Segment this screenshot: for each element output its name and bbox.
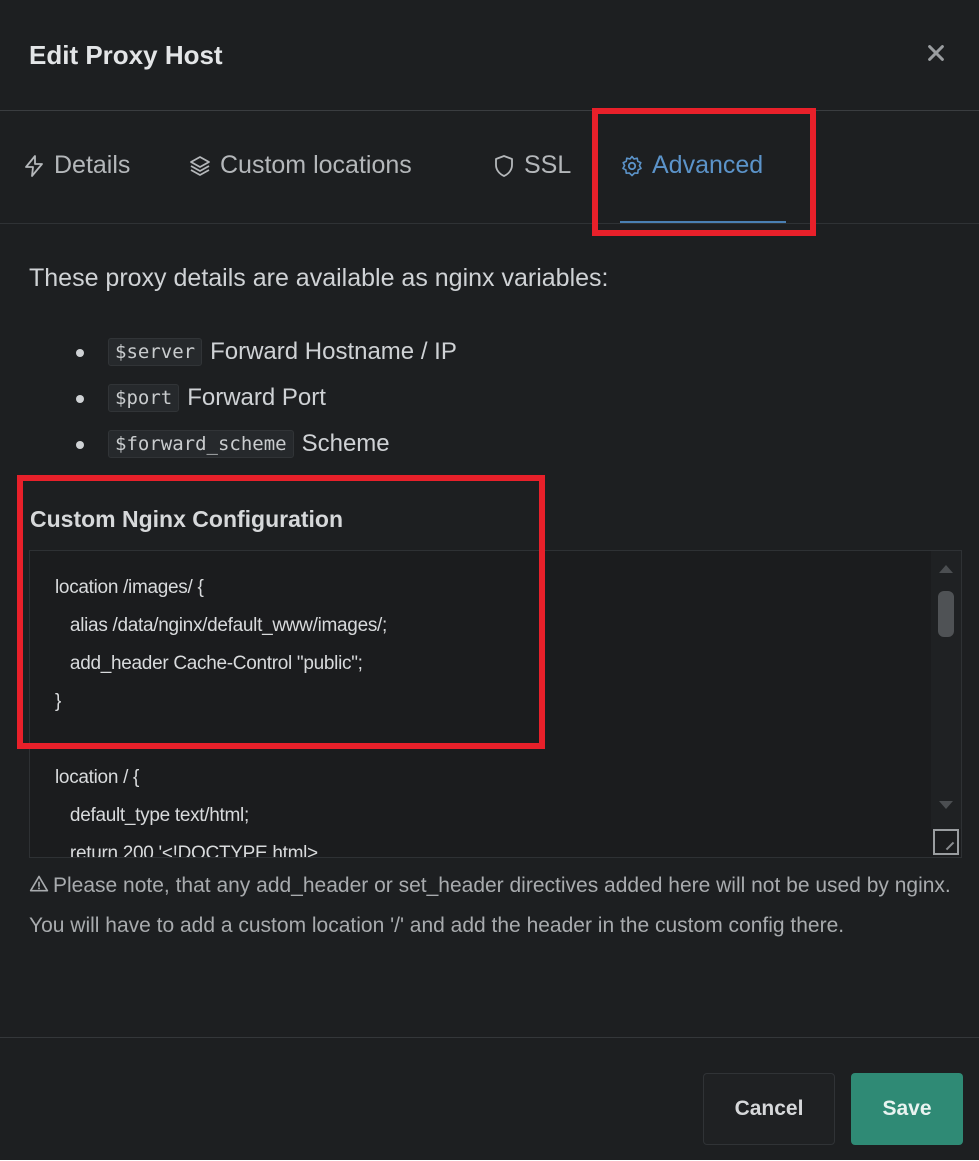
edit-proxy-host-dialog: Edit Proxy Host Details Custom locations… [0,0,979,1160]
custom-config-value: location /images/ { alias /data/nginx/de… [55,577,387,858]
variable-description: Forward Port [187,384,326,411]
list-item: $forward_scheme Scheme [0,424,390,464]
close-button[interactable] [925,38,951,68]
scroll-up-arrow-icon[interactable] [939,565,953,573]
modal-header: Edit Proxy Host [0,0,979,111]
note-text: Please note, that any add_header or set_… [29,874,951,937]
variable-description: Forward Hostname / IP [210,338,457,365]
list-item: $port Forward Port [0,378,326,418]
gear-icon [622,155,642,177]
variable-description: Scheme [301,430,390,457]
tab-bar: Details Custom locations SSL Advanced [0,111,979,224]
lightning-icon [25,155,43,177]
tab-ssl[interactable]: SSL [492,151,571,223]
bullet [76,349,84,357]
tab-details[interactable]: Details [22,151,130,223]
tab-label: SSL [524,151,572,179]
tab-custom-locations[interactable]: Custom locations [188,151,412,223]
variable-code: $port [108,384,180,412]
bullet [76,441,84,449]
list-item: $server Forward Hostname / IP [0,332,457,372]
custom-config-textarea[interactable]: location /images/ { alias /data/nginx/de… [29,550,962,858]
scrollbar-thumb[interactable] [938,591,954,637]
custom-config-label: Custom Nginx Configuration [30,506,344,532]
modal-title: Edit Proxy Host [29,40,223,70]
tab-advanced[interactable]: Advanced [620,151,786,223]
tab-label: Details [54,151,131,179]
editor-scrollbar[interactable] [931,551,961,829]
tab-label: Custom locations [220,151,412,179]
scroll-down-arrow-icon[interactable] [939,801,953,809]
cancel-button[interactable]: Cancel [703,1073,835,1145]
variable-code: $forward_scheme [108,430,294,458]
tab-label: Advanced [652,151,764,179]
bullet [76,395,84,403]
save-button[interactable]: Save [851,1073,963,1145]
variables-intro: These proxy details are available as ngi… [29,264,609,292]
warning-icon [29,875,49,892]
shield-icon [495,155,513,177]
resize-handle-icon[interactable] [933,829,959,855]
header-warning-note: Please note, that any add_header or set_… [29,866,959,946]
layers-icon [190,156,210,176]
variable-code: $server [108,338,203,366]
modal-footer: Cancel Save [0,1037,979,1161]
close-icon [928,45,944,61]
